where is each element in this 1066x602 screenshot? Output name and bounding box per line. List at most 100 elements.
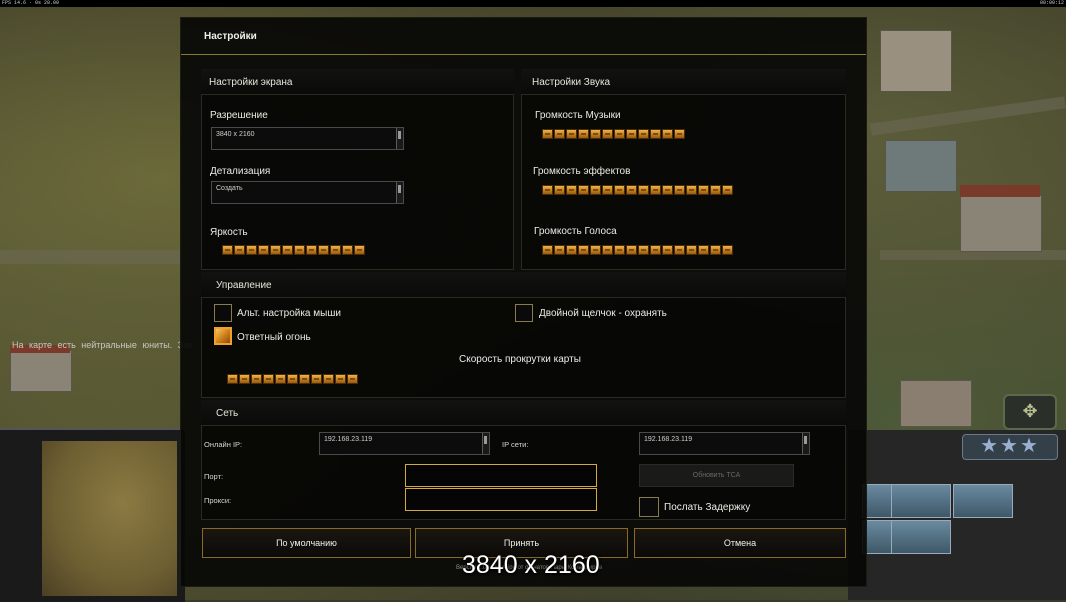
- music-volume-slider[interactable]: [542, 129, 686, 141]
- slider-segment: [614, 129, 625, 139]
- port-label: Порт:: [204, 472, 224, 481]
- scroll-speed-label: Скорость прокрутки карты: [459, 354, 581, 365]
- resolution-label: Разрешение: [210, 110, 268, 121]
- slider-segment: [287, 374, 298, 384]
- slider-segment: [251, 374, 262, 384]
- slider-segment: [222, 245, 233, 255]
- slider-segment: [306, 245, 317, 255]
- slider-segment: [578, 129, 589, 139]
- alt-mouse-label: Альт. настройка мыши: [237, 308, 341, 319]
- slider-segment: [638, 185, 649, 195]
- building: [10, 350, 72, 392]
- scrollbar[interactable]: [396, 128, 403, 149]
- alt-mouse-checkbox[interactable]: [214, 304, 232, 322]
- slider-segment: [270, 245, 281, 255]
- world-notice-text: На карте есть нейтральные юниты. Зах: [12, 340, 193, 350]
- network-header: Сеть: [201, 400, 846, 426]
- slider-segment: [638, 129, 649, 139]
- brightness-slider[interactable]: [222, 245, 366, 257]
- scroll-speed-slider[interactable]: [227, 374, 359, 386]
- detail-label: Детализация: [210, 166, 271, 177]
- proxy-input[interactable]: [405, 488, 597, 511]
- detail-select[interactable]: Создать: [211, 181, 404, 204]
- slider-segment: [239, 374, 250, 384]
- slider-segment: [710, 245, 721, 255]
- slider-segment: [650, 129, 661, 139]
- slider-segment: [566, 185, 577, 195]
- slider-segment: [330, 245, 341, 255]
- scrollbar[interactable]: [396, 182, 403, 203]
- slider-segment: [335, 374, 346, 384]
- slider-segment: [299, 374, 310, 384]
- lan-ip-select[interactable]: 192.168.23.119: [639, 432, 810, 455]
- compass-icon[interactable]: ✥: [1003, 394, 1057, 430]
- slider-segment: [554, 185, 565, 195]
- cancel-button[interactable]: Отмена: [634, 528, 846, 558]
- slider-segment: [282, 245, 293, 255]
- slider-segment: [323, 374, 334, 384]
- online-ip-select[interactable]: 192.168.23.119: [319, 432, 490, 455]
- slider-segment: [578, 185, 589, 195]
- double-click-guard-checkbox[interactable]: [515, 304, 533, 322]
- slider-segment: [686, 185, 697, 195]
- slider-segment: [542, 129, 553, 139]
- slider-segment: [662, 129, 673, 139]
- fps-readout: FPS 14.6 · 0s 20.00: [2, 0, 60, 6]
- game-clock: 00:00:12: [1039, 0, 1064, 6]
- return-fire-checkbox[interactable]: [214, 327, 232, 345]
- building-roof: [960, 185, 1040, 197]
- resolution-overlay-text: 3840 x 2160: [462, 551, 600, 579]
- minimap-marker: [42, 441, 177, 596]
- network-title: Сеть: [216, 408, 239, 419]
- slider-segment: [554, 245, 565, 255]
- slider-segment: [698, 185, 709, 195]
- slider-segment: [626, 185, 637, 195]
- building: [880, 30, 952, 92]
- slider-segment: [590, 185, 601, 195]
- effects-volume-slider[interactable]: [542, 185, 734, 197]
- dialog-title: Настройки: [204, 31, 257, 42]
- slider-segment: [722, 185, 733, 195]
- unit-card[interactable]: [953, 484, 1013, 518]
- unit-card[interactable]: [891, 484, 951, 518]
- music-volume-label: Громкость Музыки: [535, 110, 621, 121]
- slider-segment: [311, 374, 322, 384]
- building: [885, 140, 957, 192]
- slider-segment: [662, 185, 673, 195]
- online-ip-value: 192.168.23.119: [324, 436, 373, 443]
- debug-top-bar: FPS 14.6 · 0s 20.00 00:00:12: [0, 0, 1066, 7]
- scrollbar[interactable]: [482, 433, 489, 454]
- slider-segment: [662, 245, 673, 255]
- update-tca-button[interactable]: Обновить ТСА: [639, 464, 794, 487]
- unit-card[interactable]: [891, 520, 951, 554]
- rank-stars: ★★★: [962, 434, 1058, 460]
- port-input[interactable]: [405, 464, 597, 487]
- slider-segment: [263, 374, 274, 384]
- brightness-label: Яркость: [210, 227, 248, 238]
- resolution-select[interactable]: 3840 x 2160: [211, 127, 404, 150]
- slider-segment: [578, 245, 589, 255]
- voice-volume-label: Громкость Голоса: [534, 226, 617, 237]
- resolution-value: 3840 x 2160: [216, 131, 255, 138]
- slider-segment: [227, 374, 238, 384]
- slider-segment: [722, 245, 733, 255]
- slider-segment: [347, 374, 358, 384]
- slider-segment: [566, 129, 577, 139]
- slider-segment: [275, 374, 286, 384]
- defaults-button[interactable]: По умолчанию: [202, 528, 411, 558]
- slider-segment: [674, 185, 685, 195]
- voice-volume-slider[interactable]: [542, 245, 734, 257]
- slider-segment: [614, 245, 625, 255]
- dialog-title-bar: Настройки: [181, 18, 866, 55]
- sound-settings-header: Настройки Звука: [521, 69, 846, 95]
- slider-segment: [710, 185, 721, 195]
- road: [0, 250, 180, 264]
- scrollbar[interactable]: [802, 433, 809, 454]
- slider-segment: [686, 245, 697, 255]
- building: [960, 195, 1042, 252]
- send-delay-checkbox[interactable]: [639, 497, 659, 517]
- online-ip-label: Онлайн IP:: [204, 440, 243, 449]
- slider-segment: [602, 129, 613, 139]
- return-fire-label: Ответный огонь: [237, 332, 311, 343]
- lan-ip-label: IP сети:: [502, 440, 529, 449]
